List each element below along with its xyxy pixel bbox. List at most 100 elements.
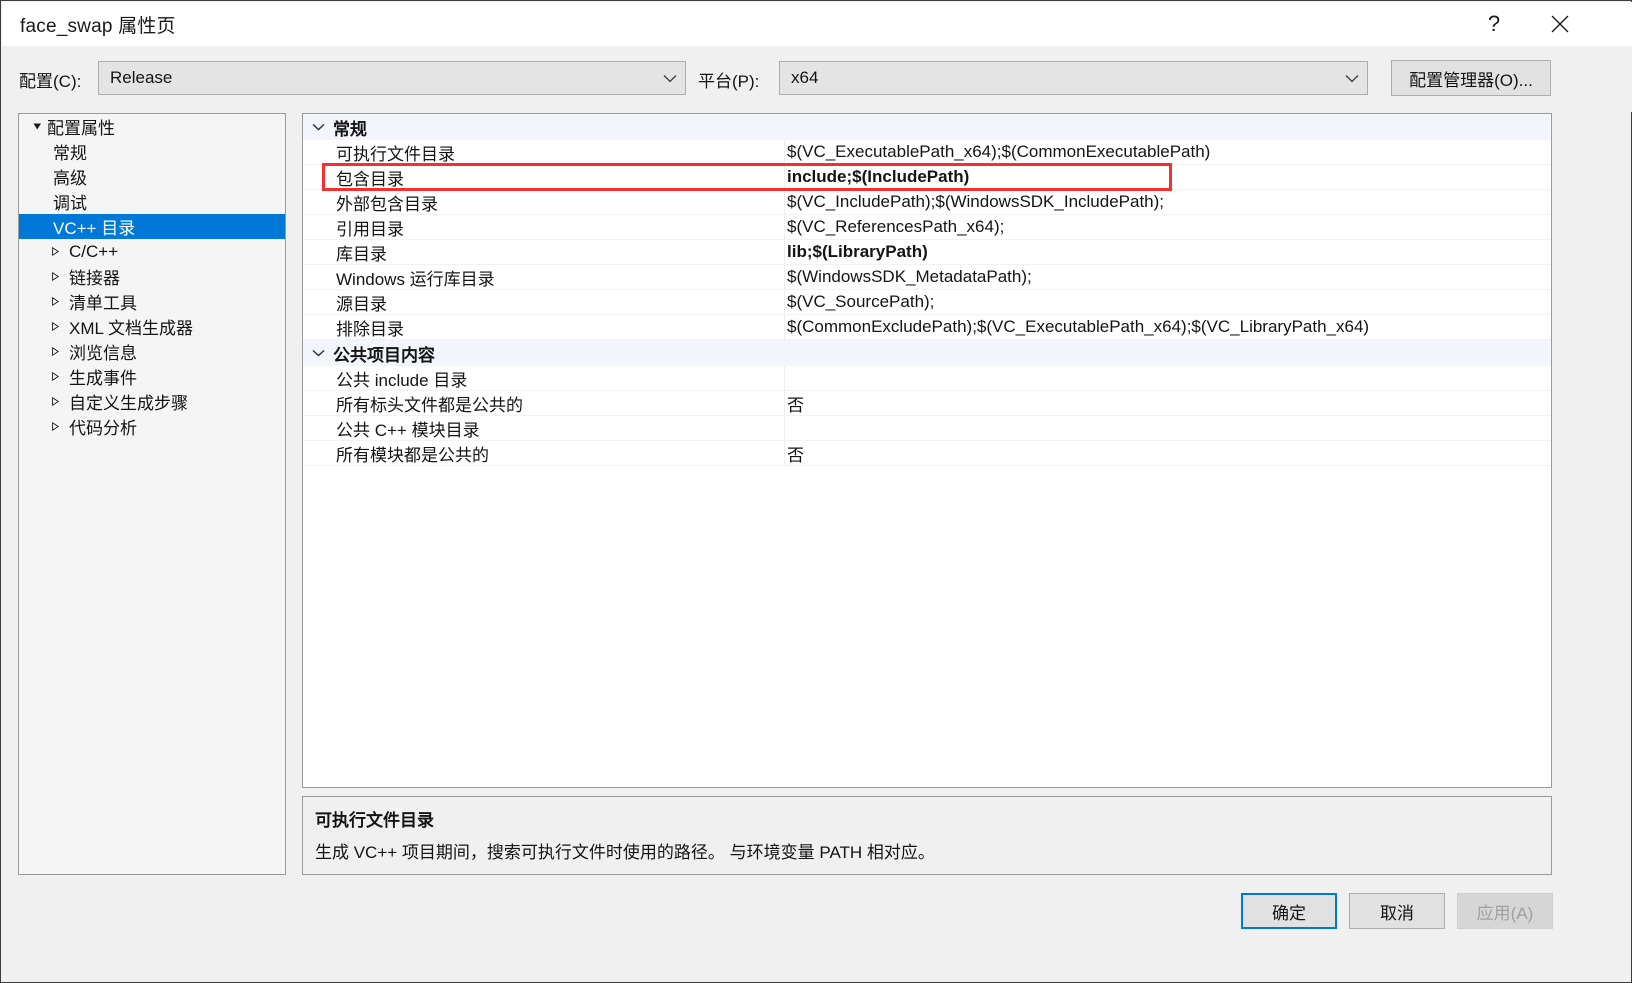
property-name: 公共 C++ 模块目录	[303, 416, 785, 440]
configuration-value: Release	[110, 68, 173, 87]
tree-item-label: 生成事件	[69, 369, 137, 388]
configuration-label: 配置(C):	[19, 72, 82, 91]
tree-item-label: 常规	[53, 144, 87, 163]
tree-item-11[interactable]: 自定义生成步骤	[19, 389, 285, 414]
help-button[interactable]: ?	[1468, 2, 1520, 46]
tree-item-label: 链接器	[69, 269, 120, 288]
property-value[interactable]: $(CommonExcludePath);$(VC_ExecutablePath…	[785, 315, 1551, 339]
property-value[interactable]: include;$(IncludePath)	[785, 165, 1551, 189]
property-row[interactable]: 外部包含目录 $(VC_IncludePath);$(WindowsSDK_Inc…	[303, 190, 1551, 215]
property-name: 库目录	[303, 240, 785, 264]
chevron-down-icon	[303, 349, 333, 357]
triangle-right-icon	[47, 347, 63, 356]
tree-item-8[interactable]: XML 文档生成器	[19, 314, 285, 339]
grid-section-title: 常规	[333, 119, 367, 139]
property-name: 可执行文件目录	[303, 140, 785, 164]
cancel-button[interactable]: 取消	[1349, 893, 1445, 929]
triangle-right-icon	[47, 422, 63, 431]
tree-item-12[interactable]: 代码分析	[19, 414, 285, 439]
question-mark-icon: ?	[1487, 11, 1501, 36]
property-name: 排除目录	[303, 315, 785, 339]
property-row[interactable]: 可执行文件目录 $(VC_ExecutablePath_x64);$(Common…	[303, 140, 1551, 165]
platform-dropdown[interactable]: x64	[779, 61, 1368, 95]
tree-item-label: XML 文档生成器	[69, 319, 194, 338]
property-value[interactable]: $(VC_ReferencesPath_x64);	[785, 215, 1551, 239]
tree-item-label: VC++ 目录	[53, 219, 136, 238]
tree-item-3[interactable]: 调试	[19, 189, 285, 214]
tree-item-7[interactable]: 清单工具	[19, 289, 285, 314]
tree-item-10[interactable]: 生成事件	[19, 364, 285, 389]
tree-item-label: 代码分析	[69, 419, 137, 438]
tree-item-4[interactable]: VC++ 目录	[19, 214, 285, 239]
tree-item-label: 调试	[53, 194, 87, 213]
tree-item-6[interactable]: 链接器	[19, 264, 285, 289]
property-row[interactable]: 引用目录 $(VC_ReferencesPath_x64);	[303, 215, 1551, 240]
platform-label: 平台(P):	[698, 72, 760, 91]
property-value[interactable]	[785, 366, 1551, 390]
property-row[interactable]: 排除目录 $(CommonExcludePath);$(VC_Executable…	[303, 315, 1551, 340]
triangle-right-icon	[47, 247, 63, 256]
property-name: 包含目录	[303, 165, 785, 189]
tree-item-label: 配置属性	[47, 119, 115, 138]
platform-value: x64	[791, 68, 819, 87]
tree-item-label: 浏览信息	[69, 344, 137, 363]
property-name: 源目录	[303, 290, 785, 314]
property-row[interactable]: 包含目录 include;$(IncludePath)	[303, 165, 1551, 190]
tree-item-label: 高级	[53, 169, 87, 188]
property-row[interactable]: 所有模块都是公共的否	[303, 441, 1551, 466]
property-value[interactable]: 否	[785, 391, 1551, 415]
property-value[interactable]: 否	[785, 441, 1551, 465]
configuration-toolbar: 配置(C): Release 平台(P): x64 配置管理器(O)...	[2, 46, 1632, 112]
configuration-dropdown[interactable]: Release	[98, 61, 686, 95]
triangle-right-icon	[47, 322, 63, 331]
tree-item-5[interactable]: C/C++	[19, 239, 285, 264]
property-row[interactable]: 所有标头文件都是公共的否	[303, 391, 1551, 416]
tree-item-1[interactable]: 常规	[19, 139, 285, 164]
property-value[interactable]: $(VC_ExecutablePath_x64);$(CommonExecuta…	[785, 140, 1551, 164]
chevron-down-icon	[303, 123, 333, 131]
property-name: 引用目录	[303, 215, 785, 239]
description-title: 可执行文件目录	[315, 811, 434, 830]
property-row[interactable]: 公共 include 目录	[303, 366, 1551, 391]
description-body: 生成 VC++ 项目期间，搜索可执行文件时使用的路径。 与环境变量 PATH 相…	[315, 843, 935, 862]
triangle-right-icon	[47, 272, 63, 281]
property-name: Windows 运行库目录	[303, 265, 785, 289]
triangle-down-icon	[29, 122, 45, 131]
grid-section-title: 公共项目内容	[333, 345, 435, 365]
tree-item-label: 自定义生成步骤	[69, 394, 188, 413]
title-bar: face_swap 属性页 ?	[2, 2, 1632, 46]
triangle-right-icon	[47, 372, 63, 381]
property-name: 所有模块都是公共的	[303, 441, 785, 465]
property-name: 公共 include 目录	[303, 366, 785, 390]
property-grid[interactable]: 常规 可执行文件目录 $(VC_ExecutablePath_x64);$(Comm…	[302, 113, 1552, 788]
property-value[interactable]: $(VC_IncludePath);$(WindowsSDK_IncludePa…	[785, 190, 1551, 214]
property-row[interactable]: Windows 运行库目录 $(WindowsSDK_MetadataPath);	[303, 265, 1551, 290]
configuration-tree[interactable]: 配置属性常规高级调试 VC++ 目录 C/C++ 链接器 清单工具 XML 文档生成器 浏览…	[18, 113, 286, 875]
chevron-down-icon	[1337, 74, 1367, 83]
property-value[interactable]: $(WindowsSDK_MetadataPath);	[785, 265, 1551, 289]
tree-item-0[interactable]: 配置属性	[19, 114, 285, 139]
property-name: 所有标头文件都是公共的	[303, 391, 785, 415]
property-value[interactable]: $(VC_SourcePath);	[785, 290, 1551, 314]
grid-section-header-1[interactable]: 公共项目内容	[303, 340, 1551, 366]
property-row[interactable]: 公共 C++ 模块目录	[303, 416, 1551, 441]
grid-section-header-0[interactable]: 常规	[303, 114, 1551, 140]
ok-button[interactable]: 确定	[1241, 893, 1337, 929]
property-name: 外部包含目录	[303, 190, 785, 214]
page-title: face_swap 属性页	[20, 15, 176, 37]
property-row[interactable]: 库目录 lib;$(LibraryPath)	[303, 240, 1551, 265]
chevron-down-icon	[655, 74, 685, 83]
configuration-manager-button[interactable]: 配置管理器(O)...	[1391, 60, 1551, 96]
tree-item-9[interactable]: 浏览信息	[19, 339, 285, 364]
close-icon	[1550, 14, 1570, 34]
close-button[interactable]	[1534, 2, 1586, 46]
triangle-right-icon	[47, 397, 63, 406]
description-pane: 可执行文件目录 生成 VC++ 项目期间，搜索可执行文件时使用的路径。 与环境变…	[302, 796, 1552, 875]
property-pages-dialog: face_swap 属性页 ? 配置(C): Release 平台(P): x6…	[0, 0, 1632, 983]
property-row[interactable]: 源目录 $(VC_SourcePath);	[303, 290, 1551, 315]
property-value[interactable]: lib;$(LibraryPath)	[785, 240, 1551, 264]
property-value[interactable]	[785, 416, 1551, 440]
tree-item-2[interactable]: 高级	[19, 164, 285, 189]
triangle-right-icon	[47, 297, 63, 306]
apply-button[interactable]: 应用(A)	[1457, 893, 1553, 929]
